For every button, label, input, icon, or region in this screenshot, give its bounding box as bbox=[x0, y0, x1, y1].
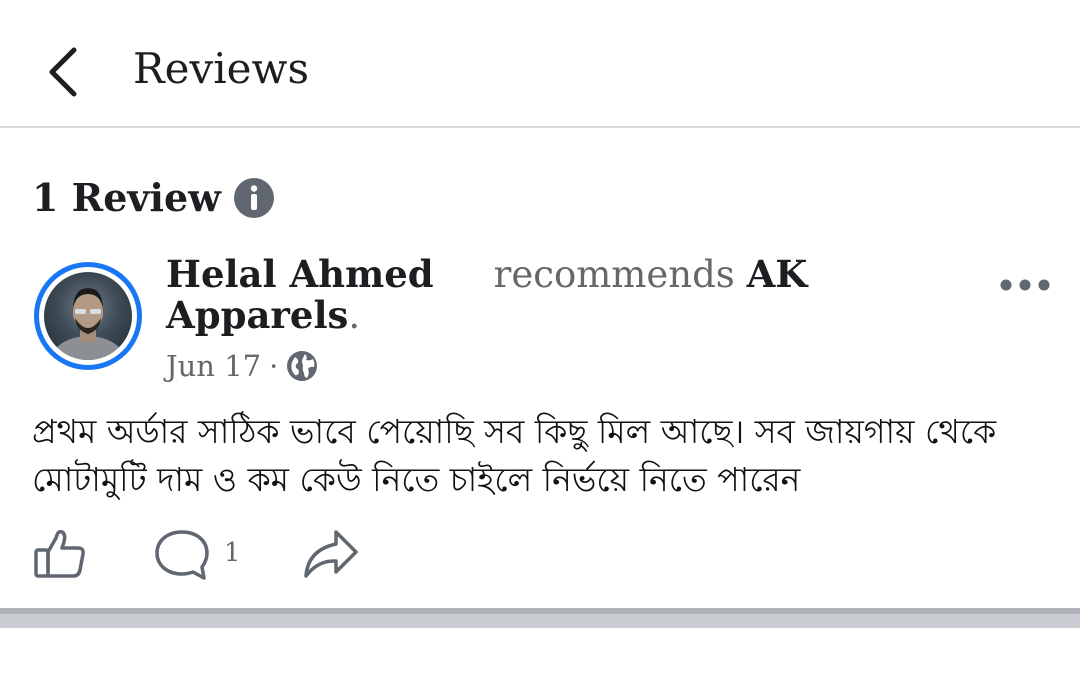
share-button[interactable] bbox=[300, 524, 362, 584]
recommends-label: recommends bbox=[493, 253, 735, 296]
page-title: Reviews bbox=[133, 44, 309, 93]
more-options-button[interactable] bbox=[996, 270, 1056, 300]
review-count-heading: 1 Review bbox=[32, 174, 275, 222]
review-header: Helal Ahmed recommends AK Apparels. bbox=[166, 252, 886, 337]
review-date[interactable]: Jun 17 bbox=[166, 346, 261, 386]
back-button[interactable] bbox=[36, 38, 96, 104]
reviewer-avatar[interactable] bbox=[34, 262, 142, 370]
review-meta: Jun 17 · bbox=[166, 346, 318, 386]
headline-period: . bbox=[348, 294, 361, 337]
thumbs-up-icon bbox=[34, 529, 85, 578]
more-horizontal-icon bbox=[1000, 279, 1050, 291]
comment-bubble-icon bbox=[155, 530, 209, 580]
like-button[interactable] bbox=[30, 524, 90, 584]
globe-icon bbox=[286, 350, 318, 382]
review-action-bar: 1 bbox=[0, 520, 1080, 590]
review-count-label: 1 Review bbox=[32, 175, 221, 220]
meta-separator: · bbox=[269, 349, 279, 383]
comment-button[interactable]: 1 bbox=[152, 524, 262, 584]
reviewer-name-link[interactable]: Helal Ahmed bbox=[166, 252, 434, 296]
chevron-left-icon bbox=[49, 47, 77, 97]
avatar-image bbox=[44, 272, 132, 360]
share-arrow-icon bbox=[304, 530, 358, 578]
section-divider bbox=[0, 608, 1080, 628]
info-icon[interactable] bbox=[233, 177, 275, 219]
top-app-bar: Reviews bbox=[0, 0, 1080, 128]
review-body-text: প্রথম অর্ডার সাঠিক ভাবে পেয়োছি সব কিছু … bbox=[32, 412, 997, 499]
review-headline: Helal Ahmed recommends AK Apparels. bbox=[166, 252, 886, 337]
comment-count: 1 bbox=[224, 538, 241, 568]
